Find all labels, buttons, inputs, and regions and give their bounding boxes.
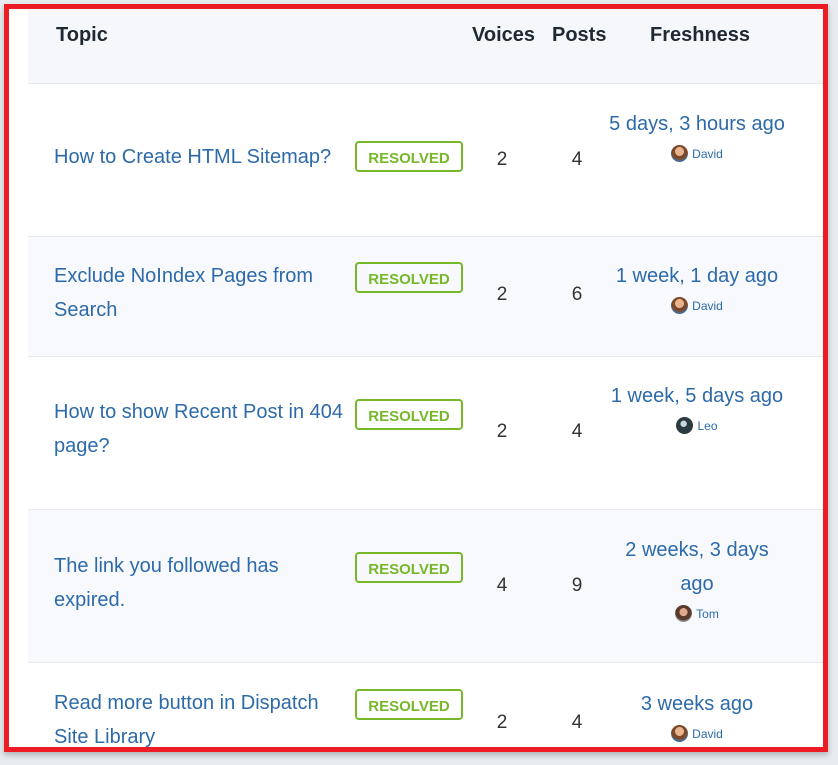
david-avatar-icon <box>671 297 689 314</box>
topic-row: Read more button in Dispatch Site Librar… <box>28 663 823 747</box>
posts-count: 4 <box>571 149 583 170</box>
last-author[interactable]: David <box>606 297 788 314</box>
resolved-badge[interactable]: RESOLVED <box>355 399 463 430</box>
voices-count: 2 <box>496 421 508 442</box>
topic-title-link[interactable]: Read more button in Dispatch Site Librar… <box>54 686 354 747</box>
voices-count: 2 <box>496 712 508 733</box>
posts-count: 9 <box>571 575 583 596</box>
header-voices: Voices <box>472 24 535 46</box>
tom-avatar-icon <box>675 605 693 622</box>
freshness-cell: 5 days, 3 hours ago David <box>606 107 788 162</box>
freshness-cell: 1 week, 1 day ago David <box>606 259 788 314</box>
header-topic: Topic <box>56 24 108 46</box>
voices-count: 2 <box>496 149 508 170</box>
resolved-badge[interactable]: RESOLVED <box>355 141 463 172</box>
last-author[interactable]: Leo <box>606 417 788 434</box>
last-author[interactable]: David <box>606 725 788 742</box>
freshness-cell: 1 week, 5 days ago Leo <box>606 379 788 434</box>
topic-row: Exclude NoIndex Pages from Search RESOLV… <box>28 237 823 357</box>
topic-title-link[interactable]: Exclude NoIndex Pages from Search <box>54 259 354 327</box>
freshness-cell: 3 weeks ago David <box>606 687 788 742</box>
topic-row: How to show Recent Post in 404 page? RES… <box>28 357 823 510</box>
author-name[interactable]: Tom <box>696 607 719 621</box>
david-avatar-icon <box>671 725 689 742</box>
posts-count: 6 <box>571 284 583 305</box>
author-name[interactable]: David <box>692 727 723 741</box>
freshness-link[interactable]: 3 weeks ago <box>606 687 788 721</box>
resolved-badge[interactable]: RESOLVED <box>355 262 463 293</box>
leo-avatar-icon <box>676 417 694 434</box>
header-posts: Posts <box>552 24 607 46</box>
resolved-badge[interactable]: RESOLVED <box>355 689 463 720</box>
table-header: Topic Voices Posts Freshness <box>28 9 823 84</box>
david-avatar-icon <box>671 145 689 162</box>
last-author[interactable]: Tom <box>606 605 788 622</box>
last-author[interactable]: David <box>606 145 788 162</box>
voices-count: 2 <box>496 284 508 305</box>
topic-title-link[interactable]: How to Create HTML Sitemap? <box>54 140 354 174</box>
resolved-badge[interactable]: RESOLVED <box>355 552 463 583</box>
posts-count: 4 <box>571 712 583 733</box>
author-name[interactable]: Leo <box>697 419 717 433</box>
freshness-link[interactable]: 1 week, 1 day ago <box>606 259 788 293</box>
author-name[interactable]: David <box>692 147 723 161</box>
author-name[interactable]: David <box>692 299 723 313</box>
topics-table-frame: Topic Voices Posts Freshness How to Crea… <box>4 4 828 752</box>
topic-row: The link you followed has expired. RESOL… <box>28 510 823 663</box>
freshness-link[interactable]: 1 week, 5 days ago <box>606 379 788 413</box>
voices-count: 4 <box>496 575 508 596</box>
freshness-link[interactable]: 2 weeks, 3 days ago <box>606 533 788 601</box>
freshness-link[interactable]: 5 days, 3 hours ago <box>606 107 788 141</box>
header-freshness: Freshness <box>650 24 751 46</box>
topic-title-link[interactable]: The link you followed has expired. <box>54 549 354 617</box>
freshness-cell: 2 weeks, 3 days ago Tom <box>606 533 788 622</box>
posts-count: 4 <box>571 421 583 442</box>
topic-title-link[interactable]: How to show Recent Post in 404 page? <box>54 395 354 463</box>
topic-row: How to Create HTML Sitemap? RESOLVED 2 4… <box>28 84 823 237</box>
